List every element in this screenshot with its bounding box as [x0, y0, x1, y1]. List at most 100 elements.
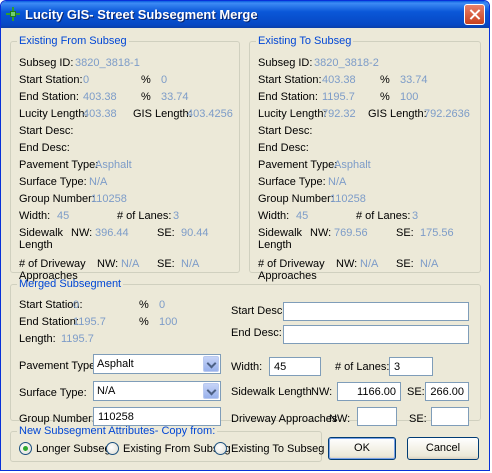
from-lucity-length: 403.38 [83, 108, 117, 120]
merged-surface-type-label: Surface Type: [19, 387, 87, 399]
merged-driveway-se-label: SE: [409, 413, 427, 425]
merged-width-label: Width: [231, 361, 263, 373]
lanes-input[interactable] [389, 357, 433, 376]
from-sidewalk-nw: 396.44 [95, 227, 129, 239]
to-driveway-label: # of Driveway [258, 258, 325, 270]
to-subseg-id: 3820_3818-2 [314, 57, 379, 69]
to-start-pct: 33.74 [400, 74, 428, 86]
radio-selected-icon[interactable] [19, 442, 32, 455]
sidewalk-nw-input[interactable] [337, 382, 401, 401]
dialog-content: Existing From Subseg Subseg ID: 3820_381… [4, 28, 488, 470]
merged-driveway-label: Driveway Approaches [231, 413, 338, 425]
radio-existing-to-label: Existing To Subseg [231, 442, 325, 455]
merged-length-label: Length: [19, 333, 56, 345]
from-width-label: Width: [19, 210, 51, 222]
group-number-input[interactable] [93, 407, 221, 426]
from-gis-length-label: GIS Length: [133, 108, 192, 120]
from-lanes-label: # of Lanes: [117, 210, 172, 222]
from-start-pct: 0 [161, 74, 168, 86]
to-sidewalk-label-2: Length [258, 239, 292, 251]
merged-end-station: 1195.7 [73, 316, 106, 328]
chevron-down-icon[interactable] [203, 356, 219, 372]
from-width: 45 [57, 210, 70, 222]
chevron-down-icon[interactable] [203, 383, 219, 399]
to-width: 45 [296, 210, 309, 222]
copy-from-legend: New Subsegment Attributes- Copy from: [19, 425, 216, 437]
to-lanes-label: # of Lanes: [356, 210, 411, 222]
from-start-pct-label: % [141, 74, 151, 86]
cancel-button[interactable]: Cancel [407, 437, 479, 460]
width-input[interactable] [269, 357, 321, 376]
radio-unselected-icon[interactable] [214, 442, 227, 455]
existing-to-group: Existing To Subseg Subseg ID: 3820_3818-… [249, 35, 481, 282]
copy-from-group: New Subsegment Attributes- Copy from: Lo… [10, 425, 324, 462]
merged-start-desc-label: Start Desc: [231, 305, 286, 317]
from-gis-length: 403.4256 [187, 108, 233, 120]
from-driveway-se-label: SE: [157, 258, 175, 270]
merged-start-pct-label: % [139, 299, 149, 311]
to-gis-length-label: GIS Length: [368, 108, 427, 120]
from-end-station: 403.38 [83, 91, 117, 103]
from-driveway-se: N/A [181, 258, 200, 270]
radio-longer-subseg[interactable]: Longer Subseg [19, 442, 111, 455]
to-pavement-type: Asphalt [334, 159, 371, 171]
driveway-nw-input[interactable] [357, 407, 397, 426]
merged-end-station-label: End Station: [19, 316, 79, 328]
merged-sidewalk-label: Sidewalk Length [231, 386, 312, 398]
from-pavement-type: Asphalt [95, 159, 132, 171]
from-pavement-type-label: Pavement Type: [19, 159, 99, 171]
existing-from-group: Existing From Subseg Subseg ID: 3820_381… [10, 35, 240, 282]
radio-existing-from-subseg[interactable]: Existing From Subseg [106, 442, 231, 455]
to-group-number-label: Group Number: [258, 193, 334, 205]
surface-type-value: N/A [97, 385, 116, 397]
merged-start-pct: 0 [159, 299, 166, 311]
to-driveway-se-label: SE: [396, 258, 414, 270]
pavement-type-select[interactable]: Asphalt [93, 354, 221, 374]
from-lucity-length-label: Lucity Length: [19, 108, 88, 120]
merged-pavement-type-label: Pavement Type: [19, 360, 99, 372]
from-sidewalk-se-label: SE: [157, 227, 175, 239]
from-group-number: 110258 [91, 193, 127, 205]
to-group-number: 110258 [330, 193, 366, 205]
from-surface-type: N/A [89, 176, 108, 188]
merged-driveway-nw-label: NW: [329, 413, 351, 425]
merged-group-number-label: Group Number: [19, 413, 95, 425]
driveway-se-input[interactable] [431, 407, 469, 426]
to-lanes: 3 [412, 210, 419, 222]
existing-to-legend: Existing To Subseg [258, 35, 352, 47]
to-end-pct: 100 [400, 91, 419, 103]
window-title: Lucity GIS- Street Subsegment Merge [25, 7, 258, 22]
merged-subsegment-group: Merged Subsegment Start Station: 0 % 0 E… [10, 278, 481, 426]
to-sidewalk-se: 175.56 [420, 227, 454, 239]
from-end-station-label: End Station: [19, 91, 79, 103]
to-driveway-nw-label: NW: [336, 258, 358, 270]
to-surface-type: N/A [328, 176, 347, 188]
merged-sidewalk-se-label: SE: [407, 386, 425, 398]
sidewalk-se-input[interactable] [425, 382, 469, 401]
from-sidewalk-se: 90.44 [181, 227, 209, 239]
end-desc-input[interactable] [283, 325, 469, 344]
start-desc-input[interactable] [283, 302, 469, 321]
from-group-number-label: Group Number: [19, 193, 95, 205]
to-width-label: Width: [258, 210, 290, 222]
radio-existing-to-subseg[interactable]: Existing To Subseg [214, 442, 324, 455]
to-sidewalk-label: Sidewalk [258, 227, 303, 239]
merged-lanes-label: # of Lanes: [335, 361, 390, 373]
to-driveway-nw: N/A [360, 258, 379, 270]
from-sidewalk-label: Sidewalk [19, 227, 64, 239]
ok-button[interactable]: OK [328, 437, 396, 460]
to-sidewalk-nw-label: NW: [310, 227, 332, 239]
title-bar[interactable]: Lucity GIS- Street Subsegment Merge [1, 1, 489, 28]
existing-from-legend: Existing From Subseg [19, 35, 127, 47]
from-surface-type-label: Surface Type: [19, 176, 87, 188]
to-surface-type-label: Surface Type: [258, 176, 326, 188]
merged-end-desc-label: End Desc: [231, 327, 282, 339]
to-driveway-se: N/A [420, 258, 439, 270]
radio-unselected-icon[interactable] [106, 442, 119, 455]
from-driveway-label: # of Driveway [19, 258, 86, 270]
merged-end-pct: 100 [159, 316, 178, 328]
surface-type-select[interactable]: N/A [93, 381, 221, 401]
from-sidewalk-nw-label: NW: [71, 227, 93, 239]
to-lucity-length: 792.32 [322, 108, 356, 120]
close-icon[interactable] [464, 4, 485, 25]
